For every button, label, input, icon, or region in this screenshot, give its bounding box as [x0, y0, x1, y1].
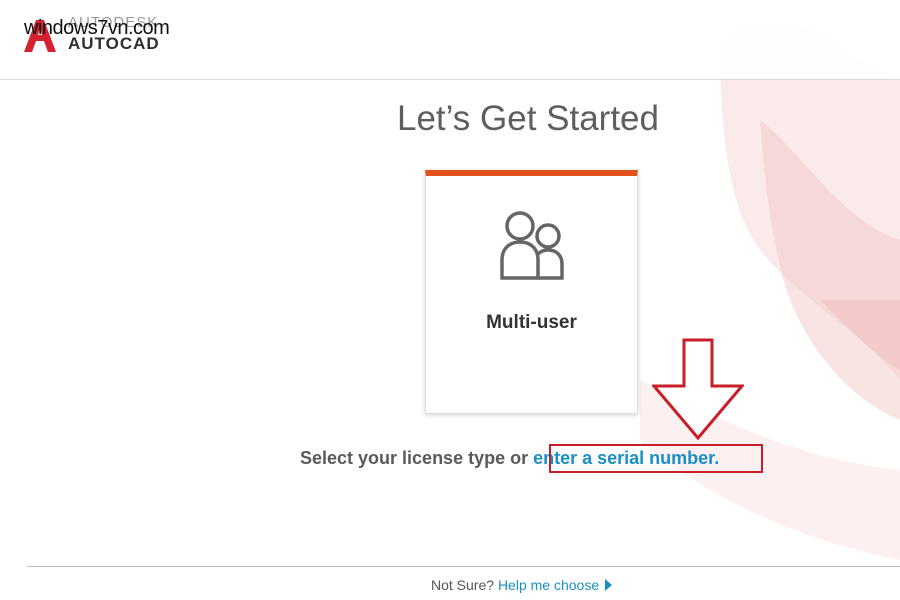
help-me-choose-link[interactable]: Help me choose	[498, 577, 599, 593]
header-bar: AUTODESK AUTOCAD windows7vn.com	[0, 0, 900, 80]
watermark-text: windows7vn.com	[24, 17, 170, 39]
license-prompt: Select your license type or enter a seri…	[300, 448, 719, 469]
footer: Not Sure? Help me choose	[431, 577, 613, 593]
footer-divider	[27, 566, 900, 567]
license-card-multi-user[interactable]: Multi-user	[425, 170, 638, 414]
annotation-arrow-icon	[652, 338, 744, 440]
card-label: Multi-user	[486, 312, 577, 333]
page-title: Let’s Get Started	[396, 99, 659, 138]
license-page: AUTODESK AUTOCAD windows7vn.com Let’s Ge…	[0, 0, 900, 600]
users-icon	[500, 211, 564, 280]
enter-serial-number-link[interactable]: enter a serial number	[533, 448, 714, 468]
prompt-text: Select your license type or	[300, 448, 534, 468]
serial-link-suffix: .	[714, 448, 720, 468]
play-arrow-icon[interactable]	[605, 579, 613, 591]
footer-question: Not Sure?	[431, 577, 498, 593]
